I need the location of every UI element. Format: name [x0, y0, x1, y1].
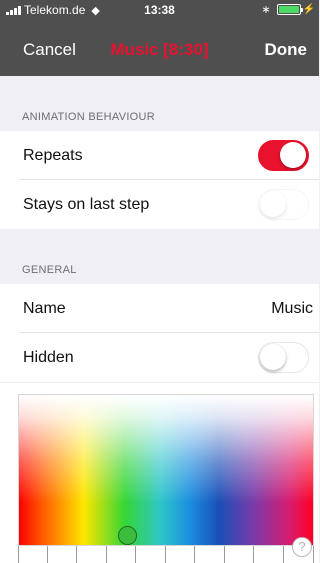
- timeline-ruler: [18, 546, 314, 563]
- status-bar: Telekom.de ◆ 13:38 ∗ ⚡: [0, 0, 319, 20]
- row-repeats: Repeats: [0, 131, 319, 180]
- toggle-knob: [260, 191, 286, 217]
- name-label: Name: [23, 299, 66, 317]
- done-button[interactable]: Done: [265, 40, 308, 60]
- row-hidden: Hidden: [0, 333, 319, 382]
- hidden-toggle[interactable]: [258, 342, 309, 373]
- section-header-label: ANIMATION BEHAVIOUR: [22, 111, 156, 123]
- hidden-label: Hidden: [23, 348, 74, 366]
- navigation-bar: Cancel Music [8:30] Done: [0, 20, 319, 76]
- repeats-label: Repeats: [23, 146, 83, 164]
- bluetooth-icon: ∗: [261, 4, 271, 16]
- status-right: ∗ ⚡: [261, 3, 315, 16]
- toggle-knob: [260, 344, 286, 370]
- repeats-toggle[interactable]: [258, 140, 309, 171]
- section-header-animation: ANIMATION BEHAVIOUR: [0, 76, 319, 131]
- color-picker-handle[interactable]: [117, 526, 137, 545]
- charging-icon: ⚡: [302, 4, 315, 15]
- battery-icon: [276, 4, 303, 15]
- row-stays-on-last-step: Stays on last step: [0, 180, 319, 229]
- stays-on-last-step-toggle[interactable]: [258, 189, 309, 220]
- color-spectrum-picker[interactable]: [18, 394, 314, 546]
- name-value: Music: [271, 299, 313, 317]
- section-header-general: GENERAL: [0, 229, 319, 284]
- section-header-label: GENERAL: [22, 264, 77, 276]
- color-picker-area: ?: [0, 383, 319, 563]
- stays-on-last-step-label: Stays on last step: [23, 195, 150, 213]
- row-name[interactable]: Name Music: [0, 284, 319, 333]
- toggle-knob: [280, 142, 306, 168]
- help-icon[interactable]: ?: [292, 537, 312, 557]
